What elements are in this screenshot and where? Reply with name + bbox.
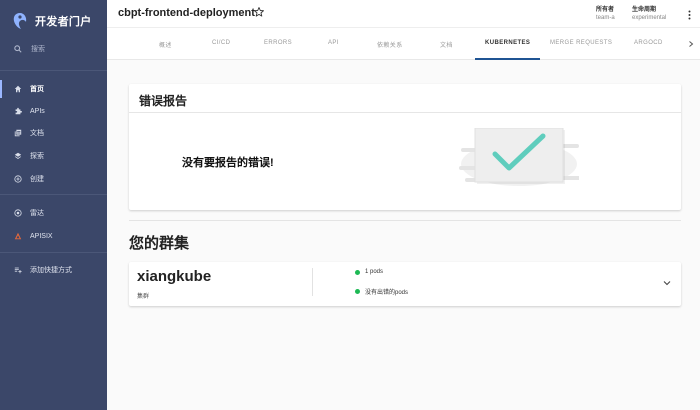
extension-icon [14, 107, 22, 115]
lifecycle-meta: 生命周期 experimental [632, 6, 666, 22]
error-report-card: 错误报告 没有要报告的错误! [129, 84, 681, 210]
more-vert-icon[interactable] [688, 10, 691, 20]
clusters-title: 您的群集 [129, 235, 190, 252]
sidebar-divider [0, 194, 107, 195]
star-icon[interactable] [253, 6, 265, 18]
sidebar-item-docs[interactable]: 文档 [0, 124, 107, 142]
tab-argocd[interactable]: ARGOCD [634, 40, 663, 46]
cluster-divider [312, 268, 313, 296]
owner-label: 所有者 [596, 7, 615, 13]
sidebar-search[interactable]: 搜索 [14, 44, 45, 54]
sidebar: 开发者门户 搜索 首页 APIs 文档 探索 创建 雷达 APISIX 添加快捷… [0, 0, 107, 410]
search-label: 搜索 [31, 46, 45, 53]
cluster-type: 集群 [137, 294, 150, 300]
tab-overview[interactable]: 概述 [159, 40, 172, 49]
tab-cicd[interactable]: CI/CD [212, 40, 230, 46]
sidebar-item-explore[interactable]: 探索 [0, 147, 107, 165]
pods-count: 1 pods [365, 269, 384, 275]
entity-header: cbpt-frontend-deployment 所有者 team-a 生命周期… [107, 0, 700, 28]
error-report-title: 错误报告 [139, 94, 188, 108]
sidebar-item-label: 雷达 [30, 210, 44, 217]
tab-errors[interactable]: ERRORS [264, 40, 292, 46]
active-tab-indicator [475, 58, 540, 60]
sidebar-item-apis[interactable]: APIs [0, 102, 107, 120]
sidebar-divider [0, 70, 107, 71]
home-icon [14, 85, 22, 93]
sidebar-item-label: 探索 [30, 153, 44, 160]
lifecycle-label: 生命周期 [632, 7, 657, 13]
lifecycle-value: experimental [632, 15, 667, 21]
tab-api[interactable]: API [328, 40, 339, 46]
sidebar-item-add-shortcut[interactable]: 添加快捷方式 [0, 261, 107, 279]
status-ok-dot [355, 289, 360, 294]
pods-error-text: 没有出错的pods [365, 290, 409, 296]
sidebar-item-label: APIs [30, 107, 45, 115]
sidebar-item-radar[interactable]: 雷达 [0, 204, 107, 222]
sidebar-item-create[interactable]: 创建 [0, 170, 107, 188]
card-divider [129, 112, 681, 113]
playlist-add-icon [14, 266, 22, 274]
app-logo[interactable]: 开发者门户 [12, 12, 92, 30]
pods-error-status: 没有出错的pods [355, 287, 408, 296]
entity-title: cbpt-frontend-deployment [118, 7, 255, 19]
sidebar-item-label: 创建 [30, 176, 44, 183]
check-illustration-icon [459, 128, 579, 186]
sidebar-item-label: APISIX [30, 232, 53, 240]
status-ok-dot [355, 269, 360, 275]
owner-meta: 所有者 team-a [596, 6, 615, 22]
expand-more-icon[interactable] [663, 279, 671, 287]
tab-merge-requests[interactable]: MERGE REQUESTS [550, 40, 612, 46]
sidebar-item-home[interactable]: 首页 [0, 80, 107, 98]
owner-value[interactable]: team-a [596, 14, 615, 22]
docs-icon [14, 129, 22, 137]
add-circle-icon [14, 175, 22, 183]
sidebar-item-label: 文档 [30, 130, 44, 137]
radar-icon [14, 209, 22, 217]
search-icon [14, 45, 22, 53]
no-errors-message: 没有要报告的错误! [182, 157, 274, 169]
logo-icon [13, 13, 27, 29]
sidebar-divider [0, 252, 107, 253]
tab-kubernetes[interactable]: KUBERNETES [485, 40, 530, 46]
cluster-name: xiangkube [137, 268, 212, 285]
sidebar-item-label: 添加快捷方式 [30, 267, 72, 274]
chevron-right-icon[interactable] [688, 41, 694, 47]
tab-docs[interactable]: 文档 [440, 40, 453, 49]
sidebar-item-label: 首页 [30, 86, 44, 93]
tab-dependencies[interactable]: 依赖关系 [377, 40, 403, 49]
layers-icon [14, 152, 22, 160]
pods-count-status: 1 pods [355, 269, 383, 275]
apisix-icon [14, 232, 22, 240]
cluster-card[interactable]: xiangkube 集群 1 pods 没有出错的pods [129, 262, 681, 306]
section-divider [129, 220, 681, 221]
app-name: 开发者门户 [35, 16, 92, 28]
sidebar-item-apisix[interactable]: APISIX [0, 227, 107, 245]
entity-tabs: 概述 CI/CD ERRORS API 依赖关系 文档 KUBERNETES M… [107, 28, 700, 60]
